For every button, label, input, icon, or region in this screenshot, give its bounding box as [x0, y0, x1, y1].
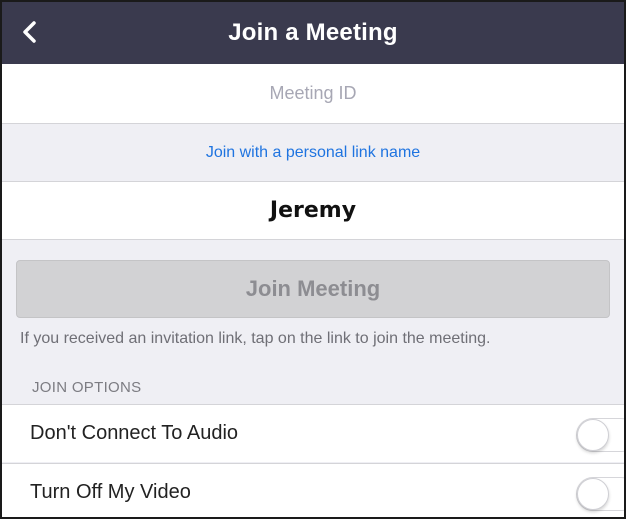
header-bar: Join a Meeting — [2, 2, 624, 64]
option-dont-connect-audio: Don't Connect To Audio — [2, 404, 624, 462]
personal-link-row: Join with a personal link name — [2, 124, 624, 182]
toggle-knob — [577, 478, 609, 510]
meeting-id-input[interactable] — [2, 64, 624, 123]
invitation-hint: If you received an invitation link, tap … — [20, 330, 491, 347]
personal-link-name-link[interactable]: Join with a personal link name — [206, 144, 420, 162]
name-row — [2, 182, 624, 240]
join-options-header: JOIN OPTIONS — [32, 379, 142, 396]
back-button[interactable] — [12, 12, 46, 52]
page-title: Join a Meeting — [228, 19, 398, 46]
name-input[interactable] — [2, 182, 624, 239]
join-meeting-button[interactable]: Join Meeting — [16, 260, 610, 318]
option-label: Turn Off My Video — [30, 481, 191, 503]
turn-off-video-toggle[interactable] — [576, 477, 624, 511]
option-label: Don't Connect To Audio — [30, 422, 239, 444]
dont-connect-audio-toggle[interactable] — [576, 418, 624, 452]
option-turn-off-video: Turn Off My Video — [2, 463, 624, 517]
chevron-left-icon — [23, 21, 36, 43]
join-meeting-screen: Join a Meeting Join with a personal link… — [0, 0, 626, 519]
meeting-id-row — [2, 64, 624, 124]
toggle-knob — [577, 419, 609, 451]
